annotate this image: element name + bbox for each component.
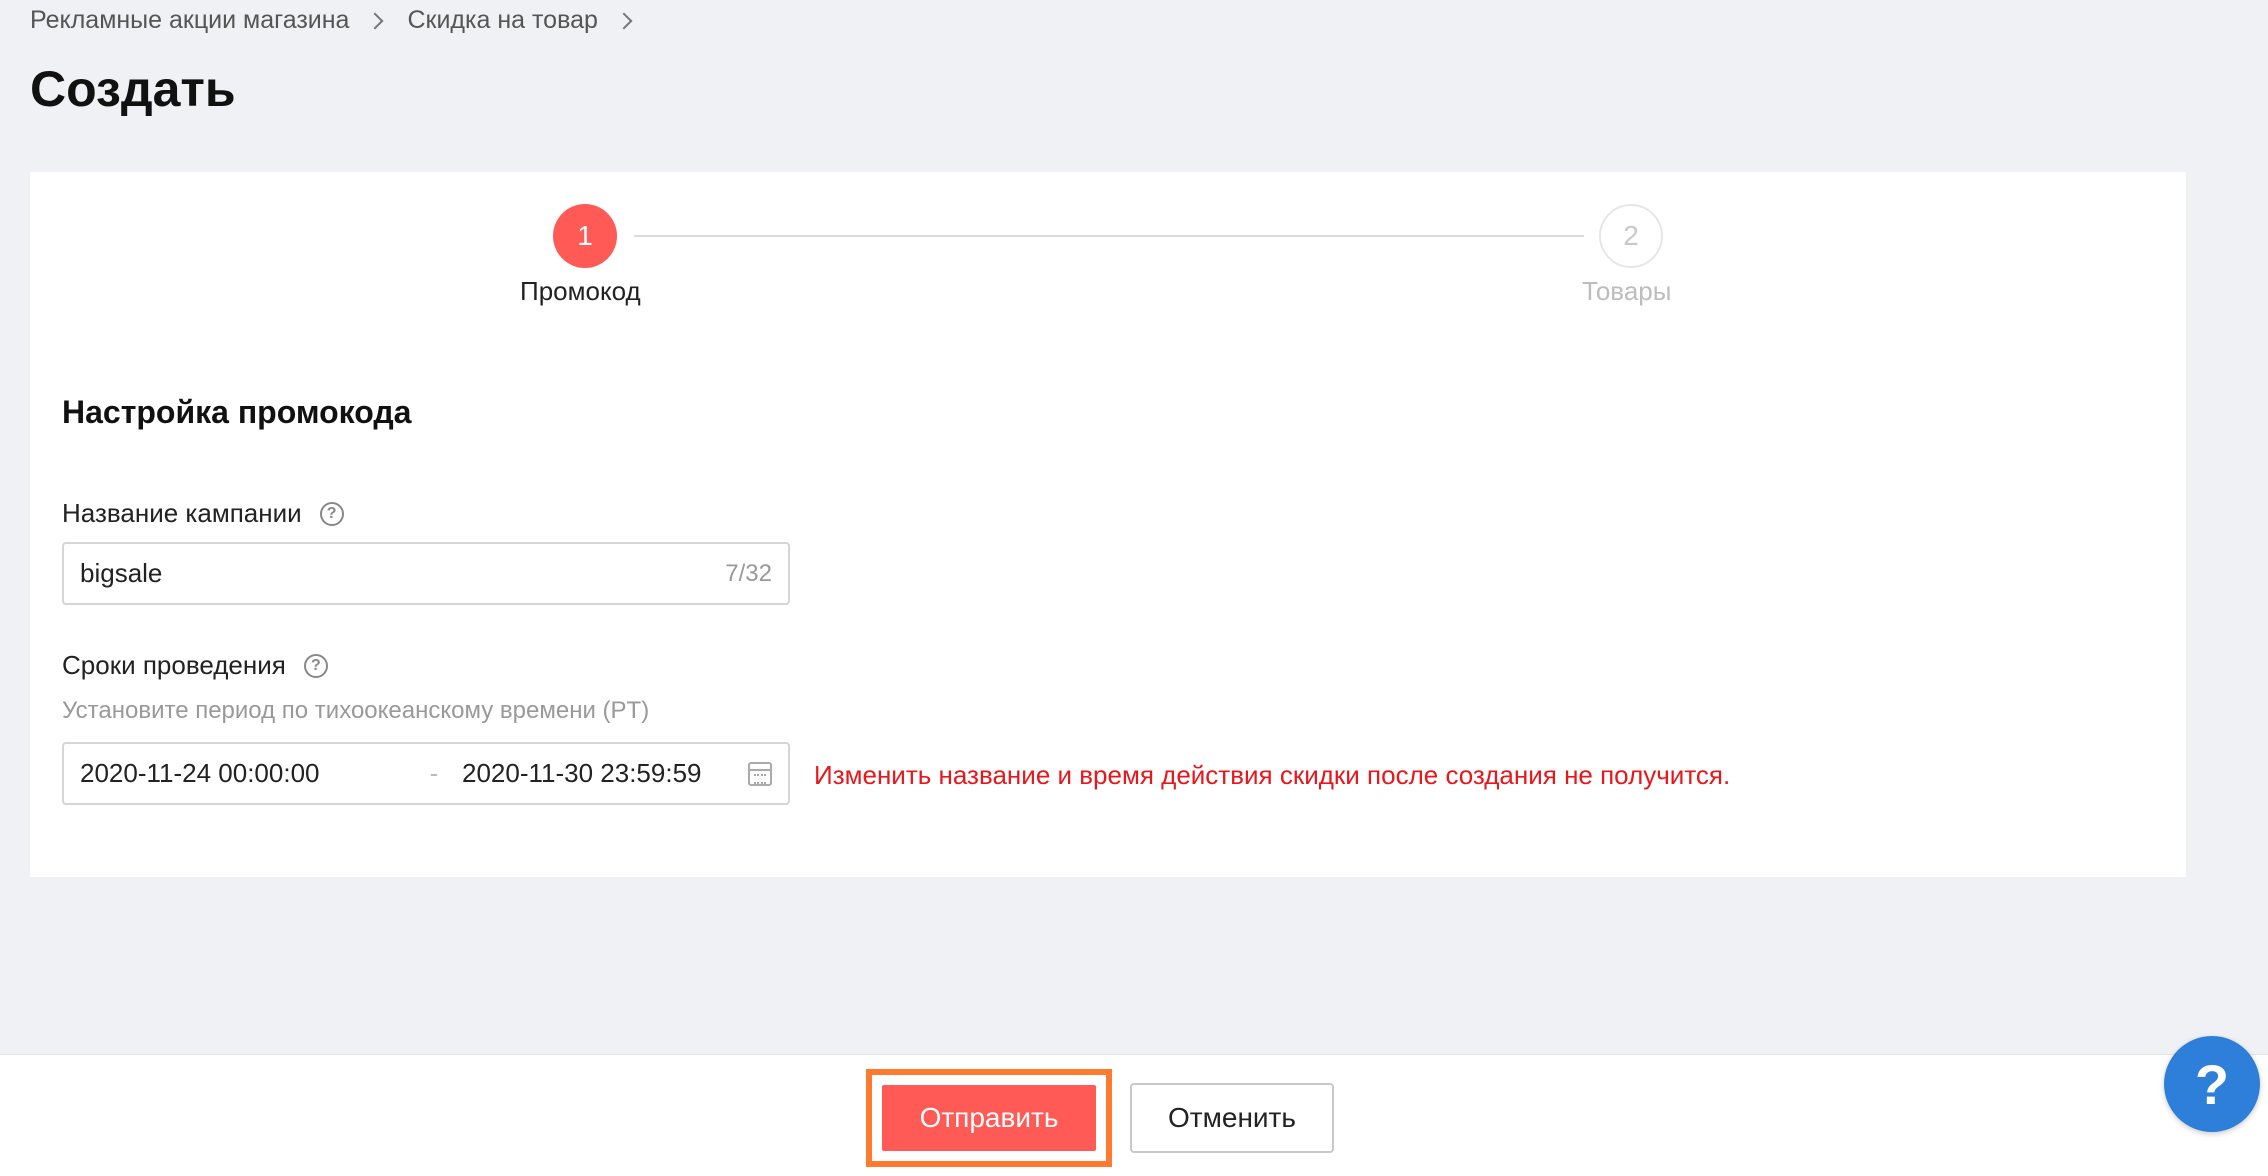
date-start-input[interactable]: 2020-11-24 00:00:00 bbox=[80, 758, 410, 789]
date-range-separator: - bbox=[429, 758, 439, 788]
submit-button[interactable]: Отправить bbox=[880, 1083, 1098, 1153]
step-2-label: Товары bbox=[1582, 276, 1672, 306]
section-title: Настройка промокода bbox=[62, 394, 412, 430]
breadcrumb: Рекламные акции магазина Скидка на товар bbox=[30, 6, 656, 35]
date-end-input[interactable]: 2020-11-30 23:59:59 bbox=[458, 758, 748, 789]
warning-message: Изменить название и время действия скидк… bbox=[814, 760, 1731, 790]
cancel-button[interactable]: Отменить bbox=[1130, 1083, 1334, 1153]
steps-connector bbox=[634, 235, 1584, 237]
help-fab-button[interactable]: ? bbox=[2164, 1036, 2260, 1132]
date-range-picker[interactable]: 2020-11-24 00:00:00 - 2020-11-30 23:59:5… bbox=[62, 742, 790, 805]
question-circle-icon[interactable]: ? bbox=[319, 501, 344, 526]
chevron-right-icon bbox=[366, 12, 384, 29]
campaign-name-label: Название кампании ? bbox=[62, 498, 344, 529]
period-label: Сроки проведения ? bbox=[62, 650, 328, 681]
form-card: 1 2 Промокод Товары Настройка промокода … bbox=[30, 172, 2186, 877]
period-label-text: Сроки проведения bbox=[62, 650, 286, 680]
breadcrumb-item-product-discount[interactable]: Скидка на товар bbox=[407, 6, 597, 35]
calendar-icon[interactable] bbox=[748, 761, 772, 786]
campaign-name-label-text: Название кампании bbox=[62, 498, 302, 528]
campaign-name-value[interactable]: bigsale bbox=[80, 558, 725, 589]
step-2-circle: 2 bbox=[1599, 204, 1663, 268]
step-1-circle: 1 bbox=[553, 204, 617, 268]
footer-bar: Отправить Отменить bbox=[0, 1054, 2268, 1176]
chevron-right-icon bbox=[615, 12, 633, 29]
period-hint: Установите период по тихоокеанскому врем… bbox=[62, 697, 650, 724]
question-circle-icon[interactable]: ? bbox=[303, 653, 328, 678]
step-1-label: Промокод bbox=[520, 276, 641, 306]
page-title: Создать bbox=[30, 61, 236, 117]
char-counter: 7/32 bbox=[725, 559, 772, 587]
campaign-name-input[interactable]: bigsale 7/32 bbox=[62, 542, 790, 605]
breadcrumb-item-promotions[interactable]: Рекламные акции магазина bbox=[30, 6, 349, 35]
